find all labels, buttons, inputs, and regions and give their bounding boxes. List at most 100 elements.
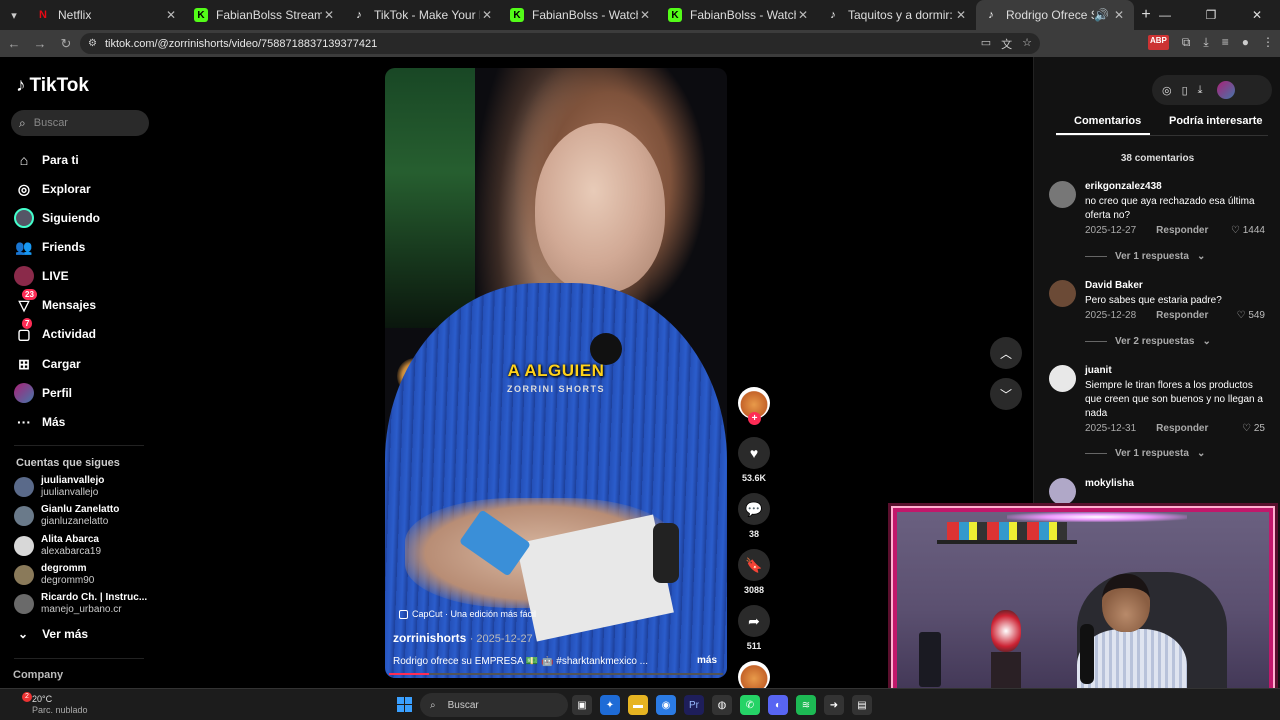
comment-user[interactable]: David Baker xyxy=(1085,280,1143,291)
search-input[interactable]: ⌕ Buscar xyxy=(11,110,149,136)
following-account[interactable]: degromm degromm90 xyxy=(14,563,94,587)
comment-like[interactable]: ♡ 549 xyxy=(1237,310,1265,321)
chrome-icon[interactable]: ◉ xyxy=(656,695,676,715)
tab-interest[interactable]: Podría interesarte xyxy=(1169,115,1263,127)
comment-user[interactable]: juanit xyxy=(1085,365,1112,376)
windows-start-icon[interactable] xyxy=(397,697,412,712)
comment-like[interactable]: ♡ 1444 xyxy=(1231,225,1265,236)
following-account[interactable]: Gianlu Zanelatto gianluzanelatto xyxy=(14,504,119,528)
close-tab-icon[interactable]: ✕ xyxy=(480,8,494,22)
cast-icon[interactable]: ▭ xyxy=(981,36,991,52)
premiere-icon[interactable]: Pr xyxy=(684,695,704,715)
like-button[interactable]: ♥ xyxy=(738,437,770,469)
browser-tab[interactable]: K FabianBolss - Watch clips on Kick✕ xyxy=(660,0,818,30)
avatar[interactable] xyxy=(1049,365,1076,392)
next-video-button[interactable]: ﹀ xyxy=(990,378,1022,410)
mobile-icon[interactable]: ▯ xyxy=(1182,84,1188,97)
close-tab-icon[interactable]: ✕ xyxy=(796,8,810,22)
close-tab-icon[interactable]: ✕ xyxy=(164,8,178,22)
comment-user[interactable]: mokylisha xyxy=(1085,478,1134,489)
bookmark-star-icon[interactable]: ☆ xyxy=(1022,36,1032,52)
back-icon[interactable]: ← xyxy=(2,36,26,51)
close-window-icon[interactable]: ✕ xyxy=(1234,8,1280,22)
browser-tab[interactable]: K FabianBolss Stream - Watch Live✕ xyxy=(186,0,344,30)
tab-search-chevron-icon[interactable]: ▾ xyxy=(0,9,28,22)
close-tab-icon[interactable]: ✕ xyxy=(322,8,336,22)
sidebar-item-mas[interactable]: ··· Más xyxy=(14,412,65,432)
tab-comments[interactable]: Comentarios xyxy=(1074,115,1141,127)
comment-button[interactable]: 💬 xyxy=(738,493,770,525)
see-more-button[interactable]: ⌄ Ver más xyxy=(18,627,88,641)
follow-plus-icon[interactable]: + xyxy=(748,412,761,425)
video-progress-bar[interactable] xyxy=(389,673,723,675)
minimize-icon[interactable]: — xyxy=(1142,8,1188,22)
avatar[interactable] xyxy=(1049,478,1076,505)
reply-button[interactable]: Responder xyxy=(1156,310,1208,321)
comment-like[interactable]: ♡ 25 xyxy=(1242,423,1265,434)
speaker-icon[interactable]: 🔊 xyxy=(1094,8,1109,22)
browser-tab[interactable]: N Netflix ✕ xyxy=(28,0,186,30)
close-tab-icon[interactable]: ✕ xyxy=(1112,8,1126,22)
download-icon[interactable]: ⤓ xyxy=(1203,35,1208,50)
discord-icon[interactable]: ◐ xyxy=(768,695,788,715)
browser-menu-icon[interactable]: ⋮ xyxy=(1262,35,1274,50)
company-link[interactable]: Company xyxy=(13,669,63,681)
view-replies[interactable]: Ver 2 respuestas ⌄ xyxy=(1085,336,1211,347)
download-app-icon[interactable]: ⤓ xyxy=(1198,84,1203,97)
close-tab-icon[interactable]: ✕ xyxy=(638,8,652,22)
share-button[interactable]: ➦ xyxy=(738,605,770,637)
sidebar-item-live[interactable]: LIVE xyxy=(14,266,69,286)
sidebar-item-mensajes[interactable]: ▽ 23 Mensajes xyxy=(14,289,96,315)
capcut-tag[interactable]: CapCut · Una edición más fácil xyxy=(399,609,536,619)
sidebar-item-perfil[interactable]: Perfil xyxy=(14,383,72,403)
view-replies[interactable]: Ver 1 respuesta ⌄ xyxy=(1085,251,1205,262)
address-bar[interactable]: ⚙ tiktok.com/@zorrinishorts/video/758871… xyxy=(80,33,1040,54)
close-tab-icon[interactable]: ✕ xyxy=(954,8,968,22)
sidebar-item-para-ti[interactable]: ⌂ Para ti xyxy=(14,150,79,170)
video-author[interactable]: zorrinishorts · 2025-12-27 xyxy=(393,631,533,645)
creator-avatar[interactable]: + xyxy=(738,387,770,425)
browser-tab[interactable]: ♪ TikTok - Make Your Day✕ xyxy=(344,0,502,30)
reply-button[interactable]: Responder xyxy=(1156,423,1208,434)
sound-avatar[interactable] xyxy=(738,661,770,688)
avatar[interactable] xyxy=(1049,181,1076,208)
reply-button[interactable]: Responder xyxy=(1156,225,1208,236)
sidebar-item-friends[interactable]: 👥 Friends xyxy=(14,237,85,257)
sidebar-item-explorar[interactable]: ◎ Explorar xyxy=(14,179,91,199)
user-avatar[interactable] xyxy=(1216,81,1235,99)
sidebar-item-actividad[interactable]: ▢ 7 Actividad xyxy=(14,318,96,344)
following-account[interactable]: Alita Abarca alexabarca19 xyxy=(14,534,101,558)
tiktok-logo[interactable]: ♪ TikTok xyxy=(16,75,89,97)
following-account[interactable]: juulianvallejo juulianvallejo xyxy=(14,475,104,499)
translate-icon[interactable]: 文 xyxy=(1001,36,1012,52)
reading-list-icon[interactable]: ≡ xyxy=(1222,35,1229,50)
profile-icon[interactable]: ● xyxy=(1242,35,1249,50)
browser-tab[interactable]: K FabianBolss - Watch clips on Kick✕ xyxy=(502,0,660,30)
sidebar-item-siguiendo[interactable]: Siguiendo xyxy=(14,208,100,228)
app-icon[interactable]: ➜ xyxy=(824,695,844,715)
extensions-icon[interactable]: ⧉ xyxy=(1182,35,1191,50)
copilot-icon[interactable]: ✦ xyxy=(600,695,620,715)
video-player[interactable]: A ALGUIEN ZORRINI SHORTS CapCut · Una ed… xyxy=(385,68,727,678)
spotify-icon[interactable]: ≋ xyxy=(796,695,816,715)
forward-icon[interactable]: → xyxy=(28,36,52,51)
sidebar-item-cargar[interactable]: ⊞ Cargar xyxy=(14,354,81,374)
adblock-icon[interactable]: ABP xyxy=(1147,35,1169,50)
notepad-icon[interactable]: ▤ xyxy=(852,695,872,715)
following-account[interactable]: Ricardo Ch. | Instruc... manejo_urbano.cr xyxy=(14,592,147,616)
view-replies[interactable]: Ver 1 respuesta ⌄ xyxy=(1085,448,1205,459)
description-more-button[interactable]: más xyxy=(697,655,717,666)
restore-icon[interactable]: ❐ xyxy=(1188,8,1234,22)
comment-user[interactable]: erikgonzalez438 xyxy=(1085,181,1162,192)
reload-icon[interactable]: ↻ xyxy=(54,36,78,52)
browser-tab[interactable]: ♪ Taquitos y a dormir: el mejor plan✕ xyxy=(818,0,976,30)
weather-widget[interactable]: 2 20°C Parc. nublado xyxy=(12,692,88,716)
site-info-icon[interactable]: ⚙ xyxy=(88,38,97,49)
previous-video-button[interactable]: ︿ xyxy=(990,337,1022,369)
discover-icon[interactable]: ◎ xyxy=(1162,84,1172,97)
avatar[interactable] xyxy=(1049,280,1076,307)
taskbar-search[interactable]: ⌕ Buscar xyxy=(420,693,568,717)
browser-tab-active[interactable]: ♪ Rodrigo Ofrece Su Empresa🔊✕ xyxy=(976,0,1134,30)
file-explorer-icon[interactable]: ▬ xyxy=(628,695,648,715)
save-button[interactable]: 🔖 xyxy=(738,549,770,581)
